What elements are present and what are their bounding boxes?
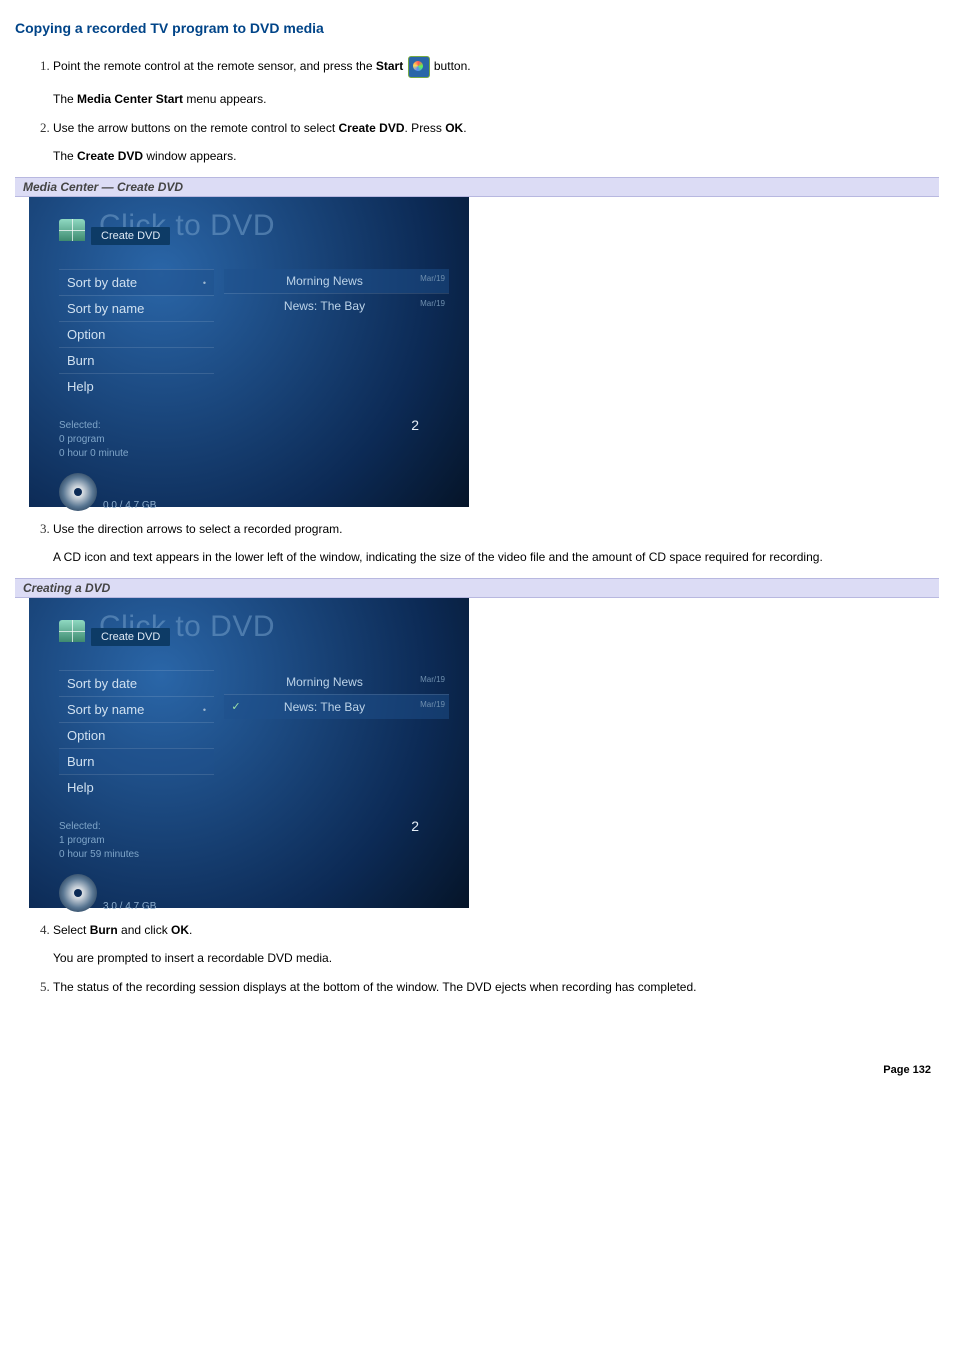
program-date: Mar/19 <box>405 274 445 288</box>
steps-list-cont: Use the direction arrows to select a rec… <box>15 521 939 564</box>
checkmark-icon: ✓ <box>228 700 244 714</box>
selected-dot-icon: • <box>203 278 206 288</box>
windows-mc-icon <box>59 620 85 642</box>
text: You are prompted to insert a recordable … <box>53 951 939 965</box>
checkmark <box>228 274 244 288</box>
program-date: Mar/19 <box>405 675 445 689</box>
text: . <box>189 923 192 937</box>
program-name: News: The Bay <box>244 299 405 313</box>
page-number: Page 132 <box>15 1064 939 1076</box>
caption-creating-dvd: Creating a DVD <box>15 578 939 598</box>
step-2: Use the arrow buttons on the remote cont… <box>53 120 939 163</box>
text-bold: OK <box>445 121 463 135</box>
list-item[interactable]: Morning News Mar/19 <box>224 269 449 293</box>
step-3: Use the direction arrows to select a rec… <box>53 521 939 564</box>
program-name: News: The Bay <box>244 700 405 714</box>
disc-status: 3.0 / 4.7 GB <box>59 874 214 912</box>
page-count: 2 <box>411 818 419 834</box>
text: menu appears. <box>183 92 266 106</box>
side-help[interactable]: Help <box>59 373 214 399</box>
caption-create-dvd: Media Center — Create DVD <box>15 177 939 197</box>
step-5: The status of the recording session disp… <box>53 979 939 994</box>
side-help[interactable]: Help <box>59 774 214 800</box>
windows-mc-icon <box>59 219 85 241</box>
screenshot-create-dvd: Click to DVD Create DVD Sort by date• So… <box>29 197 469 507</box>
text: Point the remote control at the remote s… <box>53 59 376 73</box>
side-menu: Sort by date• Sort by name Option Burn H… <box>59 269 214 511</box>
text-bold: Media Center Start <box>77 92 183 106</box>
side-option[interactable]: Option <box>59 321 214 347</box>
disc-text: 3.0 / 4.7 GB <box>103 901 156 912</box>
program-name: Morning News <box>244 274 405 288</box>
start-icon <box>408 56 430 78</box>
disc-text: 0.0 / 4.7 GB <box>103 500 156 511</box>
list-item[interactable]: ✓ News: The Bay Mar/19 <box>224 694 449 719</box>
text: . <box>463 121 466 135</box>
step-4: Select Burn and click OK. You are prompt… <box>53 922 939 965</box>
side-burn[interactable]: Burn <box>59 748 214 774</box>
text: The <box>53 92 77 106</box>
disc-status: 0.0 / 4.7 GB <box>59 473 214 511</box>
side-burn[interactable]: Burn <box>59 347 214 373</box>
text: Use the arrow buttons on the remote cont… <box>53 121 338 135</box>
disc-icon <box>59 874 97 912</box>
program-date: Mar/19 <box>405 299 445 313</box>
header-chip: Create DVD <box>91 628 170 646</box>
text: . Press <box>405 121 446 135</box>
page-title: Copying a recorded TV program to DVD med… <box>15 20 939 36</box>
selection-info: Selected: 0 program 0 hour 0 minute <box>59 419 214 461</box>
disc-icon <box>59 473 97 511</box>
text: A CD icon and text appears in the lower … <box>53 550 939 564</box>
text: window appears. <box>143 149 236 163</box>
text: and click <box>118 923 171 937</box>
text-bold: Burn <box>90 923 118 937</box>
checkmark <box>228 675 244 689</box>
list-item[interactable]: News: The Bay Mar/19 <box>224 293 449 318</box>
text: The status of the recording session disp… <box>53 980 939 994</box>
steps-list-cont2: Select Burn and click OK. You are prompt… <box>15 922 939 994</box>
program-name: Morning News <box>244 675 405 689</box>
page-count: 2 <box>411 417 419 433</box>
side-sort-name[interactable]: Sort by name <box>59 295 214 321</box>
list-item[interactable]: Morning News Mar/19 <box>224 670 449 694</box>
side-menu: Sort by date Sort by name• Option Burn H… <box>59 670 214 912</box>
text-bold: Create DVD <box>338 121 404 135</box>
text: Use the direction arrows to select a rec… <box>53 522 939 536</box>
step-1: Point the remote control at the remote s… <box>53 56 939 106</box>
screenshot-creating-dvd: Click to DVD Create DVD Sort by date Sor… <box>29 598 469 908</box>
header-chip: Create DVD <box>91 227 170 245</box>
text-bold: OK <box>171 923 189 937</box>
text: Select <box>53 923 90 937</box>
steps-list: Point the remote control at the remote s… <box>15 56 939 163</box>
side-option[interactable]: Option <box>59 722 214 748</box>
text: button. <box>431 59 471 73</box>
side-sort-date[interactable]: Sort by date• <box>59 269 214 295</box>
program-list: Morning News Mar/19 ✓ News: The Bay Mar/… <box>224 670 449 719</box>
program-date: Mar/19 <box>405 700 445 714</box>
text-bold: Start <box>376 59 403 73</box>
text: The <box>53 149 77 163</box>
selection-info: Selected: 1 program 0 hour 59 minutes <box>59 820 214 862</box>
text-bold: Create DVD <box>77 149 143 163</box>
side-sort-date[interactable]: Sort by date <box>59 670 214 696</box>
checkmark <box>228 299 244 313</box>
side-sort-name[interactable]: Sort by name• <box>59 696 214 722</box>
program-list: Morning News Mar/19 News: The Bay Mar/19 <box>224 269 449 318</box>
selected-dot-icon: • <box>203 705 206 715</box>
